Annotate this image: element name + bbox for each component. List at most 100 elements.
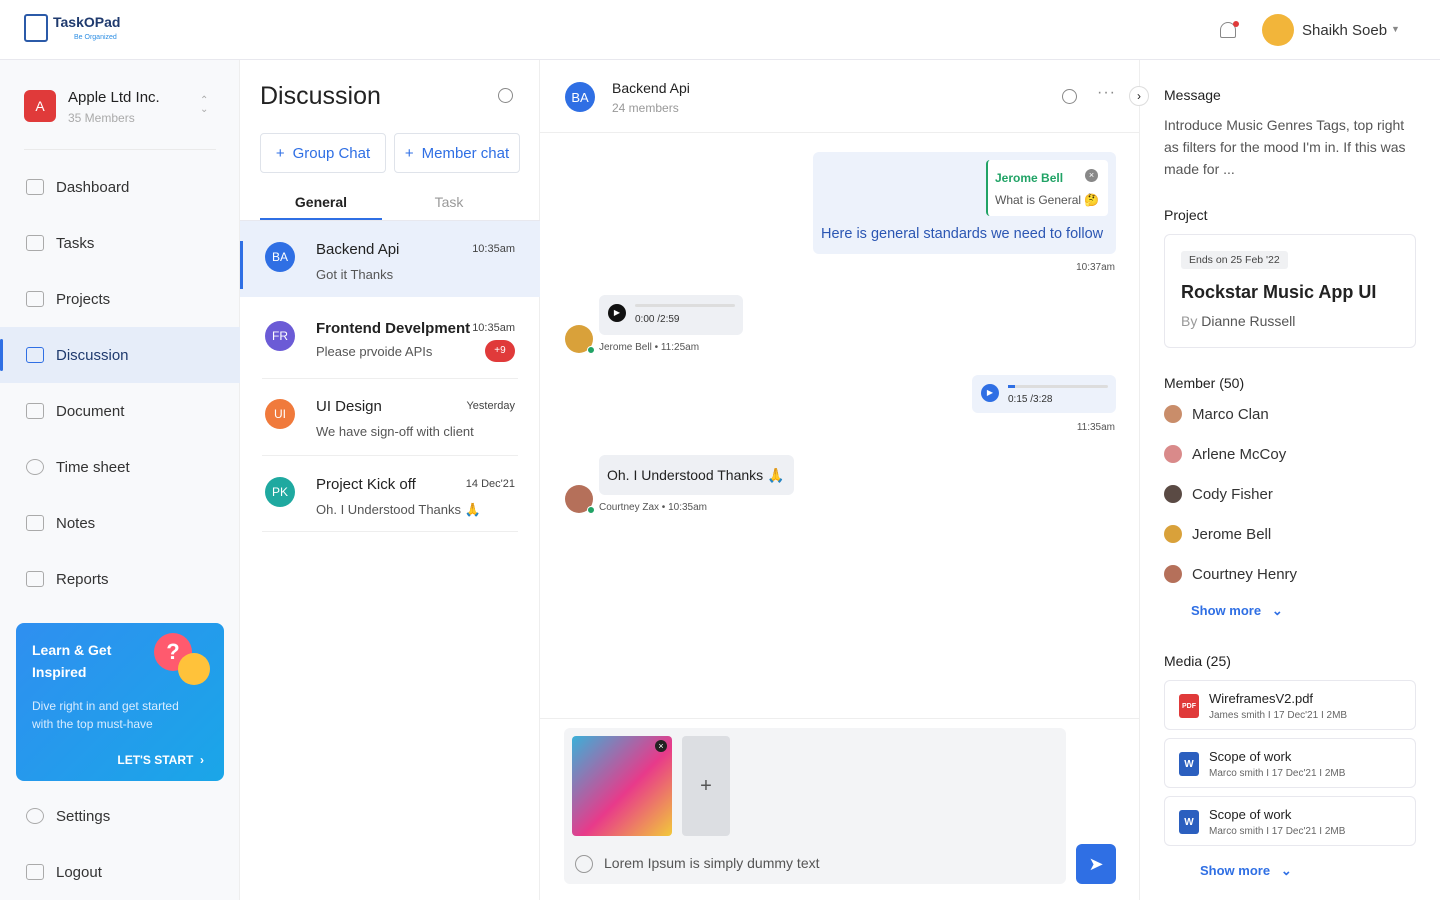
add-attachment-button[interactable]: + xyxy=(682,736,730,836)
remove-attachment-icon[interactable]: × xyxy=(655,740,667,752)
divider xyxy=(540,718,1140,719)
file-meta: Marco smith I 17 Dec'21 I 2MB xyxy=(1209,768,1346,779)
more-icon[interactable]: ··· xyxy=(1097,84,1116,102)
group-chat-button[interactable]: + Group Chat xyxy=(260,133,386,173)
member-name: Jerome Bell xyxy=(1192,525,1272,543)
avatar: UI xyxy=(265,399,295,429)
nav-label: Reports xyxy=(56,570,109,588)
divider xyxy=(24,149,216,150)
sidebar-item-settings[interactable]: Settings xyxy=(0,788,240,844)
nav-label: Settings xyxy=(56,807,111,825)
project-name: Rockstar Music App UI xyxy=(1181,282,1377,302)
message-preview: Introduce Music Genres Tags, top right a… xyxy=(1164,117,1406,177)
member-name: Courtney Henry xyxy=(1192,565,1298,583)
avatar: PK xyxy=(265,477,295,507)
logout-icon xyxy=(26,864,44,880)
sidebar-item-notes[interactable]: Notes xyxy=(0,495,240,551)
project-deadline-badge: Ends on 25 Feb '22 xyxy=(1181,251,1288,269)
send-button[interactable]: ➤ xyxy=(1076,844,1116,884)
item-name: Backend Api xyxy=(316,241,400,258)
lets-start-button[interactable]: LET'S START › xyxy=(117,753,204,767)
audio-time: 0:15 /3:28 xyxy=(1008,394,1053,405)
member-avatar xyxy=(1164,565,1182,583)
sidebar-item-tasks[interactable]: Tasks xyxy=(0,215,240,271)
list-item[interactable]: FR Frontend Develpment 10:35am Please pr… xyxy=(240,300,540,378)
sidebar-item-reports[interactable]: Reports xyxy=(0,551,240,607)
emoji-icon[interactable] xyxy=(575,855,593,873)
logo-icon xyxy=(24,14,48,42)
reports-icon xyxy=(26,571,44,587)
show-more-label: Show more xyxy=(1191,603,1262,618)
app-logo[interactable]: TaskOPad xyxy=(53,14,120,30)
project-card[interactable]: Ends on 25 Feb '22 Rockstar Music App UI… xyxy=(1164,234,1416,348)
sidebar-item-time-sheet[interactable]: Time sheet xyxy=(0,439,240,495)
play-icon[interactable]: ▶ xyxy=(981,384,999,402)
unread-badge: +9 xyxy=(485,340,515,362)
page-title: Discussion xyxy=(260,82,381,110)
divider xyxy=(262,531,518,532)
tasks-icon xyxy=(26,235,44,251)
list-item[interactable]: BA Backend Api 10:35am Got it Thanks xyxy=(240,221,540,297)
chat-panel: BA Backend Api 24 members ··· › Jerome B… xyxy=(540,60,1149,900)
media-item[interactable]: W Scope of work Marco smith I 17 Dec'21 I … xyxy=(1164,738,1416,788)
media-item[interactable]: W Scope of work Marco smith I 17 Dec'21 I … xyxy=(1164,796,1416,846)
promo-text: Dive right in and get started with the t… xyxy=(32,699,179,731)
message-input[interactable]: Lorem Ipsum is simply dummy text xyxy=(604,855,820,871)
tab-general[interactable]: General xyxy=(260,194,382,220)
item-name: Project Kick off xyxy=(316,476,416,493)
list-item[interactable]: PK Project Kick off 14 Dec'21 Oh. I Unde… xyxy=(240,456,540,534)
play-icon[interactable]: ▶ xyxy=(608,304,626,322)
sidebar-item-dashboard[interactable]: Dashboard xyxy=(0,159,240,215)
audio-progress-track[interactable] xyxy=(635,304,735,307)
chat-title: Backend Api xyxy=(612,80,690,96)
member-item[interactable]: Arlene McCoy xyxy=(1164,445,1286,463)
reply-author: Jerome Bell xyxy=(995,171,1064,185)
projects-icon xyxy=(26,291,44,307)
owner-name: Dianne Russell xyxy=(1201,313,1296,329)
search-icon[interactable] xyxy=(1062,89,1077,104)
member-chat-button[interactable]: + Member chat xyxy=(394,133,520,173)
file-meta: James smith I 17 Dec'21 I 2MB xyxy=(1209,710,1348,721)
search-icon[interactable] xyxy=(498,88,513,103)
audio-progress-track[interactable] xyxy=(1008,385,1108,388)
workspace-members: 35 Members xyxy=(68,111,135,125)
online-dot xyxy=(587,506,595,514)
media-item[interactable]: PDF WireframesV2.pdf James smith I 17 Dec'… xyxy=(1164,680,1416,730)
sidebar-item-projects[interactable]: Projects xyxy=(0,271,240,327)
promo-title: Learn & Get Inspired xyxy=(32,642,112,680)
close-icon[interactable]: × xyxy=(1085,169,1098,182)
notes-icon xyxy=(26,515,44,531)
chat-icon xyxy=(26,347,44,363)
sidebar-item-logout[interactable]: Logout xyxy=(0,844,240,900)
sidebar-item-document[interactable]: Document xyxy=(0,383,240,439)
member-item[interactable]: Cody Fisher xyxy=(1164,485,1273,503)
audio-message[interactable]: ▶ 0:00 /2:59 xyxy=(599,295,743,335)
file-name: Scope of work xyxy=(1209,749,1292,764)
notification-dot xyxy=(1233,21,1239,27)
member-item[interactable]: Marco Clan xyxy=(1164,405,1269,423)
item-time: 14 Dec'21 xyxy=(465,478,515,490)
reply-quote: Jerome Bell × What is General 🤔 xyxy=(986,160,1108,216)
show-more-members[interactable]: Show more ⌄ xyxy=(1191,603,1283,619)
member-item[interactable]: Courtney Henry xyxy=(1164,565,1297,583)
dashboard-icon xyxy=(26,179,44,195)
user-avatar[interactable] xyxy=(1262,14,1294,46)
project-owner: By Dianne Russell xyxy=(1181,313,1295,329)
show-more-media[interactable]: Show more ⌄ xyxy=(1200,863,1292,879)
user-name[interactable]: Shaikh Soeb xyxy=(1302,22,1387,39)
pdf-icon: PDF xyxy=(1179,694,1199,718)
tab-task[interactable]: Task xyxy=(388,194,510,210)
plus-icon: + xyxy=(404,144,414,162)
member-avatar xyxy=(1164,405,1182,423)
sidebar-item-discussion[interactable]: Discussion xyxy=(0,327,240,383)
message-bubble: Jerome Bell × What is General 🤔 Here is … xyxy=(813,152,1116,254)
nav-label: Document xyxy=(56,402,125,420)
cta-label: LET'S START xyxy=(117,753,194,767)
chevron-down-icon[interactable]: ▼ xyxy=(1391,24,1400,34)
workspace-switch-icon[interactable]: ⌃ ⌄ xyxy=(200,96,208,115)
list-item[interactable]: UI UI Design Yesterday We have sign-off … xyxy=(240,378,540,456)
audio-message[interactable]: ▶ 0:15 /3:28 xyxy=(972,375,1116,413)
member-item[interactable]: Jerome Bell xyxy=(1164,525,1271,543)
workspace-name[interactable]: Apple Ltd Inc. xyxy=(68,89,160,106)
chevron-down-icon: ⌄ xyxy=(1280,863,1292,878)
